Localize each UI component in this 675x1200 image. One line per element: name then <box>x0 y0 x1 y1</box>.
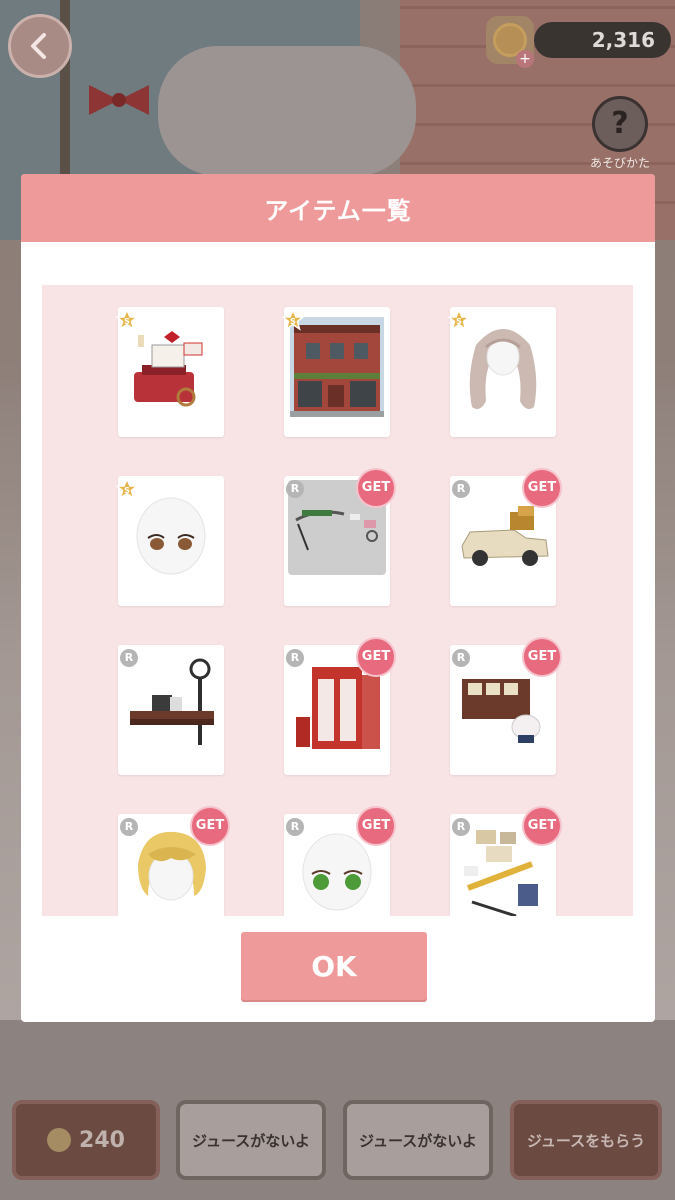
rarity-r-badge: R <box>120 818 138 836</box>
rarity-s-icon: S <box>116 478 138 500</box>
item-card-green-eyes[interactable]: R GET <box>284 806 396 916</box>
item-list-modal: アイテム一覧 S S S S R GET R GET R R GET R GET… <box>21 174 655 1022</box>
rarity-r-badge: R <box>286 480 304 498</box>
juice-slot-2-button[interactable]: ジュースがないよ <box>343 1100 493 1180</box>
item-card-phone-booth[interactable]: R GET <box>284 637 396 775</box>
question-icon: ? <box>592 96 648 152</box>
bottom-action-bar: 240 ジュースがないよ ジュースがないよ ジュースをもらう <box>0 1100 675 1182</box>
coin-price-button[interactable]: 240 <box>12 1100 160 1180</box>
get-badge: GET <box>522 637 562 677</box>
rarity-r-badge: R <box>452 818 470 836</box>
rarity-s-icon: S <box>116 309 138 331</box>
back-button[interactable] <box>8 14 72 78</box>
rarity-r-badge: R <box>286 818 304 836</box>
item-grid: S S S S R GET R GET R R GET R GET R GET … <box>42 285 633 916</box>
get-badge: GET <box>356 637 396 677</box>
item-card-typewriter[interactable]: S <box>116 307 224 437</box>
get-badge: GET <box>356 468 396 508</box>
item-card-newsstand[interactable]: R GET <box>450 637 562 775</box>
typewriter-icon <box>134 331 203 407</box>
item-card-evidence-board[interactable]: R GET <box>450 806 562 916</box>
item-card-wavy-hair[interactable]: S <box>448 307 556 437</box>
rarity-r-badge: R <box>452 649 470 667</box>
rarity-s-icon: S <box>282 309 304 331</box>
wavy-hair-icon <box>469 329 537 409</box>
item-card-blonde-hair[interactable]: R GET <box>118 806 230 916</box>
rarity-r-badge: R <box>120 649 138 667</box>
building-icon <box>290 317 384 417</box>
plus-icon[interactable]: + <box>516 50 534 68</box>
get-juice-button[interactable]: ジュースをもらう <box>510 1100 662 1180</box>
bench-clock-icon <box>130 658 214 745</box>
modal-title: アイテム一覧 <box>21 174 655 242</box>
bow-icon <box>89 85 149 115</box>
get-badge: GET <box>356 806 396 846</box>
ok-button[interactable]: OK <box>241 932 427 1000</box>
coin-counter[interactable]: 2,316 + <box>486 16 671 68</box>
item-card-bench[interactable]: R <box>118 645 224 775</box>
get-badge: GET <box>522 468 562 508</box>
get-badge: GET <box>190 806 230 846</box>
rarity-s-icon: S <box>448 309 470 331</box>
coin-price: 240 <box>79 1127 125 1153</box>
thought-bubble <box>158 46 416 176</box>
item-card-clue-wall[interactable]: R GET <box>284 468 396 606</box>
item-card-brown-eyes[interactable]: S <box>116 476 224 606</box>
svg-text:S: S <box>456 317 462 326</box>
rarity-r-badge: R <box>286 649 304 667</box>
face-brown-eyes-icon <box>136 497 206 575</box>
item-card-building[interactable]: S <box>282 307 390 437</box>
item-card-car[interactable]: R GET <box>450 468 562 606</box>
help-button[interactable]: ? あそびかた <box>580 96 660 174</box>
coin-icon <box>47 1128 72 1152</box>
get-badge: GET <box>522 806 562 846</box>
svg-text:S: S <box>290 317 296 326</box>
svg-text:S: S <box>124 486 130 495</box>
help-label: あそびかた <box>589 156 650 170</box>
chevron-left-icon <box>31 33 46 59</box>
coin-count: 2,316 <box>534 22 671 58</box>
rarity-r-badge: R <box>452 480 470 498</box>
svg-text:S: S <box>124 317 130 326</box>
juice-slot-1-button[interactable]: ジュースがないよ <box>176 1100 326 1180</box>
